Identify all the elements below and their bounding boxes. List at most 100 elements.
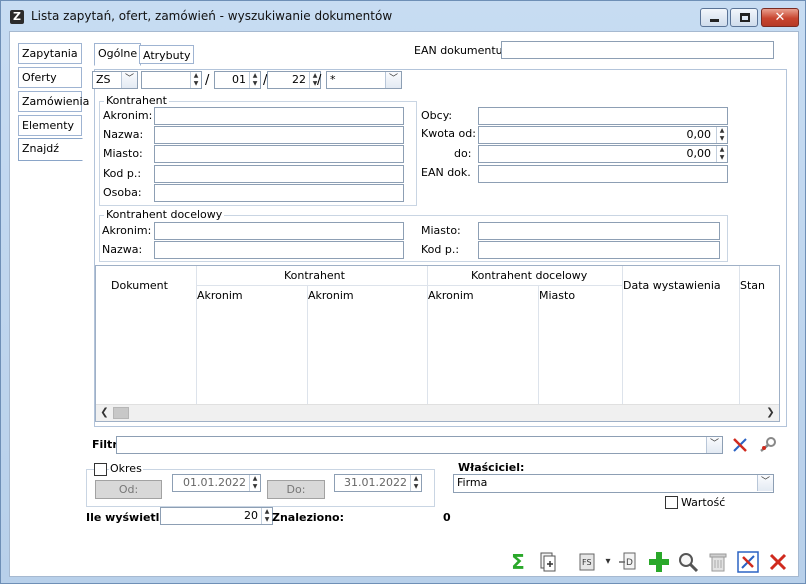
wartosc-checkbox[interactable] (665, 496, 678, 509)
column-header-dokument[interactable]: Dokument (111, 279, 168, 292)
confirm-button[interactable] (736, 550, 760, 574)
export-document-button[interactable] (536, 550, 560, 574)
ile-wyswietlac-value: 20 (244, 509, 258, 522)
chevron-down-icon[interactable]: ﹀ (757, 475, 773, 491)
column-header-akronim[interactable]: Akronim (308, 289, 354, 302)
obcy-label: Obcy: (421, 109, 453, 122)
obcy-input[interactable] (478, 107, 728, 125)
kwota-od-input[interactable]: 0,00 ▲ ▼ (478, 126, 728, 144)
document-year-value: 22 (292, 73, 306, 86)
cancel-icon (769, 553, 787, 571)
column-header-akronim[interactable]: Akronim (428, 289, 474, 302)
horizontal-scrollbar[interactable]: ❮ ❯ (96, 404, 779, 421)
okres-od-input[interactable]: 01.01.2022 ▲ ▼ (172, 474, 261, 492)
kontrahent-miasto-label: Miasto: (103, 147, 143, 160)
okres-checkbox[interactable] (94, 463, 107, 476)
filter-constructor-button[interactable] (757, 435, 779, 455)
grid-header-divider (196, 285, 622, 286)
spinner-icon[interactable]: ▲ ▼ (716, 127, 727, 143)
app-icon[interactable]: Z (10, 10, 24, 24)
chevron-down-icon[interactable]: ﹀ (706, 437, 722, 453)
close-button[interactable]: ✕ (761, 8, 799, 27)
kontrahent-miasto-input[interactable] (154, 145, 404, 163)
tab-ogolne[interactable]: Ogólne (94, 43, 142, 66)
minimize-button[interactable] (700, 8, 728, 27)
title-bar[interactable]: Z Lista zapytań, ofert, zamówień - wyszu… (1, 1, 805, 31)
spinner-icon[interactable]: ▲ ▼ (261, 508, 272, 524)
fs-dropdown-button[interactable]: ▾ (603, 550, 613, 574)
wlasciciel-combo[interactable]: Firma ﹀ (453, 474, 774, 493)
kontrahent-docelowy-title: Kontrahent docelowy (104, 208, 225, 221)
spinner-icon[interactable]: ▲ ▼ (249, 72, 260, 88)
side-tab-elementy[interactable]: Elementy (18, 115, 82, 136)
znaleziono-value: 0 (443, 511, 451, 524)
kontrahent-kod-label: Kod p.: (103, 167, 142, 180)
close-icon: ✕ (774, 10, 786, 25)
docelowy-kod-input[interactable] (478, 241, 720, 259)
znaleziono-label: Znaleziono: (272, 511, 344, 524)
cancel-button[interactable] (766, 550, 790, 574)
side-tab-zapytania[interactable]: Zapytania (18, 43, 82, 64)
column-header-stan[interactable]: Stan (740, 279, 765, 292)
spinner-icon[interactable]: ▲ ▼ (249, 475, 260, 491)
spinner-icon[interactable]: ▲ ▼ (410, 475, 421, 491)
document-number-input[interactable]: ▲ ▼ (141, 71, 202, 89)
wlasciciel-value: Firma (457, 476, 488, 489)
wartosc-label: Wartość (681, 496, 726, 509)
clear-filter-button[interactable] (729, 435, 751, 455)
kontrahent-osoba-input[interactable] (154, 184, 404, 202)
spinner-icon[interactable]: ▲ ▼ (190, 72, 201, 88)
chevron-down-icon[interactable]: ﹀ (385, 72, 401, 88)
grid-divider (196, 266, 197, 406)
ean-dokumentu-input[interactable] (501, 41, 774, 59)
column-header-miasto[interactable]: Miasto (539, 289, 575, 302)
grid-divider (427, 266, 428, 406)
window-title: Lista zapytań, ofert, zamówień - wyszuki… (31, 9, 393, 23)
document-month-input[interactable]: 01 ▲ ▼ (214, 71, 261, 89)
fs-button[interactable]: FS (576, 550, 602, 574)
scroll-right-icon[interactable]: ❯ (763, 406, 778, 421)
search-button[interactable] (676, 550, 700, 574)
results-grid[interactable]: Dokument Kontrahent Kontrahent docelowy … (95, 265, 780, 422)
column-header-akronim[interactable]: Akronim (197, 289, 243, 302)
window: Z Lista zapytań, ofert, zamówień - wyszu… (0, 0, 806, 584)
add-icon (649, 552, 669, 572)
tab-atrybuty[interactable]: Atrybuty (139, 45, 195, 64)
ean-dok-label: EAN dok. (421, 166, 471, 179)
kwota-do-input[interactable]: 0,00 ▲ ▼ (478, 145, 728, 163)
kontrahent-kod-input[interactable] (154, 165, 404, 183)
okres-od-button[interactable]: Od: (95, 480, 162, 499)
svg-text:FS: FS (582, 558, 592, 567)
maximize-button[interactable] (730, 8, 758, 27)
okres-do-input[interactable]: 31.01.2022 ▲ ▼ (334, 474, 422, 492)
docelowy-akronim-input[interactable] (154, 222, 404, 240)
ile-wyswietlac-input[interactable]: 20 ▲ ▼ (160, 507, 273, 525)
chevron-down-icon[interactable]: ﹀ (121, 72, 137, 88)
spinner-icon[interactable]: ▲ ▼ (716, 146, 727, 162)
kontrahent-akronim-label: Akronim: (103, 109, 153, 122)
document-type-combo[interactable]: ZS ﹀ (92, 71, 138, 89)
ean-dok-input[interactable] (478, 165, 728, 183)
add-button[interactable] (647, 550, 671, 574)
document-year-input[interactable]: 22 ▲ ▼ (267, 71, 321, 89)
side-tab-oferty[interactable]: Oferty (18, 67, 82, 88)
filtr-input[interactable]: ﹀ (116, 436, 723, 454)
side-tab-znajdz[interactable]: Znajdź (18, 138, 83, 161)
docelowy-kod-label: Kod p.: (421, 243, 460, 256)
scroll-left-icon[interactable]: ❮ (97, 406, 112, 421)
kontrahent-nazwa-input[interactable] (154, 126, 404, 144)
delete-button[interactable] (706, 550, 730, 574)
docelowy-nazwa-input[interactable] (154, 241, 404, 259)
scrollbar-thumb[interactable] (113, 407, 129, 419)
document-button[interactable]: D (616, 550, 640, 574)
kontrahent-nazwa-label: Nazwa: (103, 128, 144, 141)
document-series-combo[interactable]: * ﹀ (326, 71, 402, 89)
docelowy-miasto-input[interactable] (478, 222, 720, 240)
sum-icon: Σ (511, 550, 525, 574)
column-header-data-wystawienia[interactable]: Data wystawienia (623, 279, 721, 292)
document-series-value: * (330, 73, 336, 86)
sum-button[interactable]: Σ (506, 550, 530, 574)
kontrahent-akronim-input[interactable] (154, 107, 404, 125)
okres-do-button[interactable]: Do: (267, 480, 325, 499)
side-tab-zamowienia[interactable]: Zamówienia (18, 91, 89, 112)
